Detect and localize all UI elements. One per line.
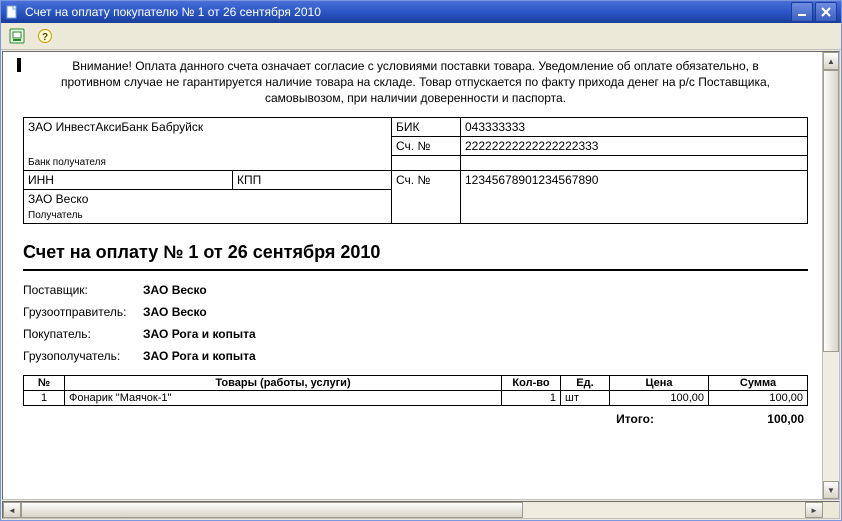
- hscroll-thumb[interactable]: [21, 502, 523, 518]
- vertical-scrollbar[interactable]: ▲ ▼: [822, 52, 839, 499]
- print-preview-button[interactable]: [5, 25, 29, 47]
- window-title: Счет на оплату покупателю № 1 от 26 сент…: [25, 5, 791, 19]
- recipient-bank-label: Банк получателя: [28, 157, 387, 168]
- item-num: 1: [24, 391, 65, 406]
- bik-label: БИК: [392, 117, 461, 136]
- help-button[interactable]: ?: [33, 25, 57, 47]
- invoice-title: Счет на оплату № 1 от 26 сентября 2010: [23, 242, 808, 263]
- table-row: 1 Фонарик "Маячок-1" 1 шт 100,00 100,00: [24, 391, 808, 406]
- col-name-header: Товары (работы, услуги): [65, 376, 502, 391]
- total-label: Итого:: [616, 412, 654, 426]
- margin-marker: [17, 58, 21, 72]
- recipient-bank-name: ЗАО ИнвестАксиБанк Бабруйск: [28, 120, 387, 134]
- app-window: Счет на оплату покупателю № 1 от 26 сент…: [0, 0, 842, 521]
- recipient-name: ЗАО Веско: [28, 192, 387, 206]
- total-row: Итого: 100,00: [23, 412, 808, 426]
- item-price: 100,00: [610, 391, 709, 406]
- col-unit-header: Ед.: [561, 376, 610, 391]
- consignee-value: ЗАО Рога и копыта: [143, 349, 256, 363]
- content-area: Внимание! Оплата данного счета означает …: [2, 51, 840, 500]
- inn-label: ИНН: [28, 173, 54, 187]
- items-table: № Товары (работы, услуги) Кол-во Ед. Цен…: [23, 375, 808, 406]
- item-qty: 1: [502, 391, 561, 406]
- shipper-value: ЗАО Веско: [143, 305, 207, 319]
- bik-value: 043333333: [461, 117, 808, 136]
- total-value: 100,00: [714, 412, 804, 426]
- document-icon: [5, 5, 19, 19]
- bank-details-table: ЗАО ИнвестАксиБанк Бабруйск БИК 04333333…: [23, 117, 808, 225]
- hscroll-track[interactable]: [21, 502, 805, 518]
- close-button[interactable]: [815, 2, 837, 22]
- document-viewport[interactable]: Внимание! Оплата данного счета означает …: [3, 52, 822, 499]
- col-sum-header: Сумма: [709, 376, 808, 391]
- horizontal-scrollbar[interactable]: ◄ ►: [2, 501, 840, 519]
- vscroll-thumb[interactable]: [823, 70, 839, 352]
- items-header-row: № Товары (работы, услуги) Кол-во Ед. Цен…: [24, 376, 808, 391]
- account2-value: 12345678901234567890: [461, 171, 808, 224]
- col-num-header: №: [24, 376, 65, 391]
- item-unit: шт: [561, 391, 610, 406]
- svg-text:?: ?: [42, 32, 48, 43]
- titlebar[interactable]: Счет на оплату покупателю № 1 от 26 сент…: [1, 1, 841, 23]
- account1-label: Сч. №: [392, 136, 461, 155]
- account1-value: 22222222222222222333: [461, 136, 808, 155]
- account2-label: Сч. №: [392, 171, 461, 224]
- minimize-button[interactable]: [791, 2, 813, 22]
- buyer-label: Покупатель:: [23, 327, 143, 341]
- vscroll-track[interactable]: [823, 70, 839, 481]
- notice-text: Внимание! Оплата данного счета означает …: [43, 58, 788, 107]
- scroll-down-button[interactable]: ▼: [823, 481, 839, 499]
- window-buttons: [791, 2, 837, 22]
- scrollbar-corner: [823, 502, 839, 518]
- consignee-label: Грузополучатель:: [23, 349, 143, 363]
- scroll-right-button[interactable]: ►: [805, 502, 823, 518]
- scroll-left-button[interactable]: ◄: [3, 502, 21, 518]
- recipient-label: Получатель: [28, 210, 387, 221]
- party-buyer: Покупатель: ЗАО Рога и копыта: [23, 327, 808, 341]
- divider: [23, 269, 808, 271]
- col-qty-header: Кол-во: [502, 376, 561, 391]
- toolbar: ?: [1, 23, 841, 50]
- invoice-document: Внимание! Оплата данного счета означает …: [3, 52, 822, 432]
- supplier-label: Поставщик:: [23, 283, 143, 297]
- party-consignee: Грузополучатель: ЗАО Рога и копыта: [23, 349, 808, 363]
- scroll-up-button[interactable]: ▲: [823, 52, 839, 70]
- item-name: Фонарик "Маячок-1": [65, 391, 502, 406]
- party-shipper: Грузоотправитель: ЗАО Веско: [23, 305, 808, 319]
- item-sum: 100,00: [709, 391, 808, 406]
- supplier-value: ЗАО Веско: [143, 283, 207, 297]
- shipper-label: Грузоотправитель:: [23, 305, 143, 319]
- kpp-label: КПП: [237, 173, 261, 187]
- col-price-header: Цена: [610, 376, 709, 391]
- buyer-value: ЗАО Рога и копыта: [143, 327, 256, 341]
- party-supplier: Поставщик: ЗАО Веско: [23, 283, 808, 297]
